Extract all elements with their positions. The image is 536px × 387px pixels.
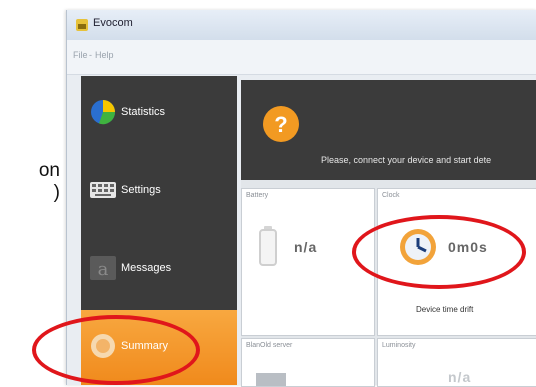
menu-separator: - — [89, 50, 92, 60]
sidebar-item-messages[interactable]: a Messages — [81, 232, 237, 310]
server-card-title: BlanOld server — [246, 342, 293, 349]
sidebar-item-settings[interactable]: Settings — [81, 154, 237, 232]
app-icon — [76, 19, 88, 31]
help-icon: ? — [263, 106, 299, 142]
battery-card-title: Battery — [246, 192, 269, 199]
clock-card-title: Clock — [382, 192, 400, 199]
connection-banner: ? Please, connect your device and start … — [241, 80, 536, 180]
sidebar-item-statistics[interactable]: Statistics — [81, 76, 237, 154]
server-icon — [256, 373, 286, 386]
menu-help[interactable]: Help — [95, 50, 114, 60]
window-title: Evocom — [93, 17, 133, 29]
statistics-icon — [91, 100, 116, 125]
battery-value: n/a — [294, 239, 318, 255]
menu-file[interactable]: File — [73, 50, 88, 60]
sidebar-item-label: Statistics — [121, 106, 166, 118]
luminosity-card-title: Luminosity — [382, 342, 416, 349]
svg-text:a: a — [98, 259, 109, 280]
clock-subtitle: Device time drift — [416, 305, 474, 314]
svg-text:?: ? — [274, 112, 287, 137]
highlight-clock-ellipse — [352, 215, 526, 289]
cropped-side-text: on ) — [38, 160, 60, 203]
messages-icon: a — [90, 256, 116, 280]
title-bar: Evocom — [67, 10, 536, 40]
server-card: BlanOld server — [241, 338, 375, 387]
highlight-summary-ellipse — [32, 315, 200, 385]
sidebar-item-label: Messages — [121, 262, 172, 274]
menu-bar: File - Help — [67, 40, 536, 75]
settings-icon — [90, 182, 116, 198]
sidebar-item-label: Settings — [121, 184, 161, 196]
luminosity-value: n/a — [448, 369, 472, 385]
luminosity-card: Luminosity n/a — [377, 338, 536, 387]
connection-message: Please, connect your device and start de… — [321, 155, 492, 165]
battery-icon — [259, 226, 277, 266]
